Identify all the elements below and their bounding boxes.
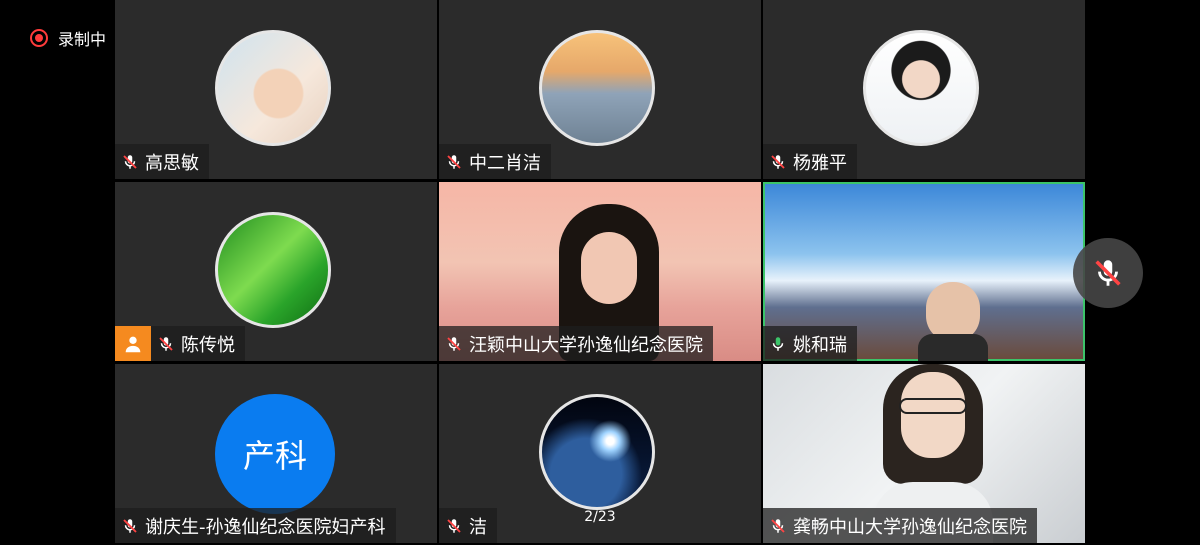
participant-avatar <box>215 30 331 146</box>
participant-avatar <box>215 212 331 328</box>
participant-label: 中二肖洁 <box>439 144 551 179</box>
mic-muted-icon <box>771 518 785 533</box>
participant-label: 龚畅中山大学孙逸仙纪念医院 <box>763 508 1037 543</box>
page-indicator: 2/23 <box>584 509 616 525</box>
participant-video-tile[interactable]: 龚畅中山大学孙逸仙纪念医院 <box>763 364 1085 543</box>
participant-label: 谢庆生-孙逸仙纪念医院妇产科 <box>115 508 396 543</box>
toggle-mic-button[interactable] <box>1073 238 1143 308</box>
participant-avatar <box>539 394 655 510</box>
mic-muted-icon <box>771 154 785 169</box>
participant-tile[interactable]: 杨雅平 <box>763 0 1085 179</box>
participant-label: 陈传悦 <box>115 326 245 361</box>
participant-video-tile[interactable]: 汪颖中山大学孙逸仙纪念医院 <box>439 182 761 361</box>
participant-name: 姚和瑞 <box>793 334 847 356</box>
mic-muted-icon <box>447 154 461 169</box>
participant-avatar <box>863 30 979 146</box>
record-dot-icon <box>30 29 48 47</box>
host-badge-icon <box>115 326 151 361</box>
participant-text-avatar: 产科 <box>215 394 335 514</box>
participant-label: 杨雅平 <box>763 144 857 179</box>
participant-video <box>918 282 988 361</box>
recording-label: 录制中 <box>58 30 107 49</box>
mic-muted-icon <box>447 336 461 351</box>
participant-name: 高思敏 <box>145 152 199 174</box>
participant-name: 龚畅中山大学孙逸仙纪念医院 <box>793 516 1027 538</box>
mic-active-icon <box>772 336 784 351</box>
participant-tile[interactable]: 中二肖洁 <box>439 0 761 179</box>
participant-label: 高思敏 <box>115 144 209 179</box>
active-speaker-tile[interactable]: 姚和瑞 <box>763 182 1085 361</box>
participant-name: 汪颖中山大学孙逸仙纪念医院 <box>469 334 703 356</box>
mic-muted-icon <box>123 154 137 169</box>
participant-tile[interactable]: 陈传悦 <box>115 182 437 361</box>
participant-tile[interactable]: 洁 2/23 <box>439 364 761 543</box>
participant-name: 谢庆生-孙逸仙纪念医院妇产科 <box>145 516 386 538</box>
recording-indicator: 录制中 <box>30 26 106 50</box>
participant-label: 姚和瑞 <box>763 326 857 361</box>
participant-name: 中二肖洁 <box>469 152 541 174</box>
participant-tile[interactable]: 产科 谢庆生-孙逸仙纪念医院妇产科 <box>115 364 437 543</box>
participant-avatar <box>539 30 655 146</box>
participant-name: 杨雅平 <box>793 152 847 174</box>
participant-grid: 高思敏 中二肖洁 杨雅平 陈传悦 汪颖中山大学孙逸仙纪念医院 姚和瑞 产科 谢庆… <box>115 0 1085 545</box>
participant-label: 汪颖中山大学孙逸仙纪念医院 <box>439 326 713 361</box>
participant-name: 陈传悦 <box>181 334 235 356</box>
mic-muted-icon <box>159 336 173 351</box>
participant-tile[interactable]: 高思敏 <box>115 0 437 179</box>
mic-muted-icon <box>123 518 137 533</box>
mic-muted-icon <box>1095 260 1121 286</box>
